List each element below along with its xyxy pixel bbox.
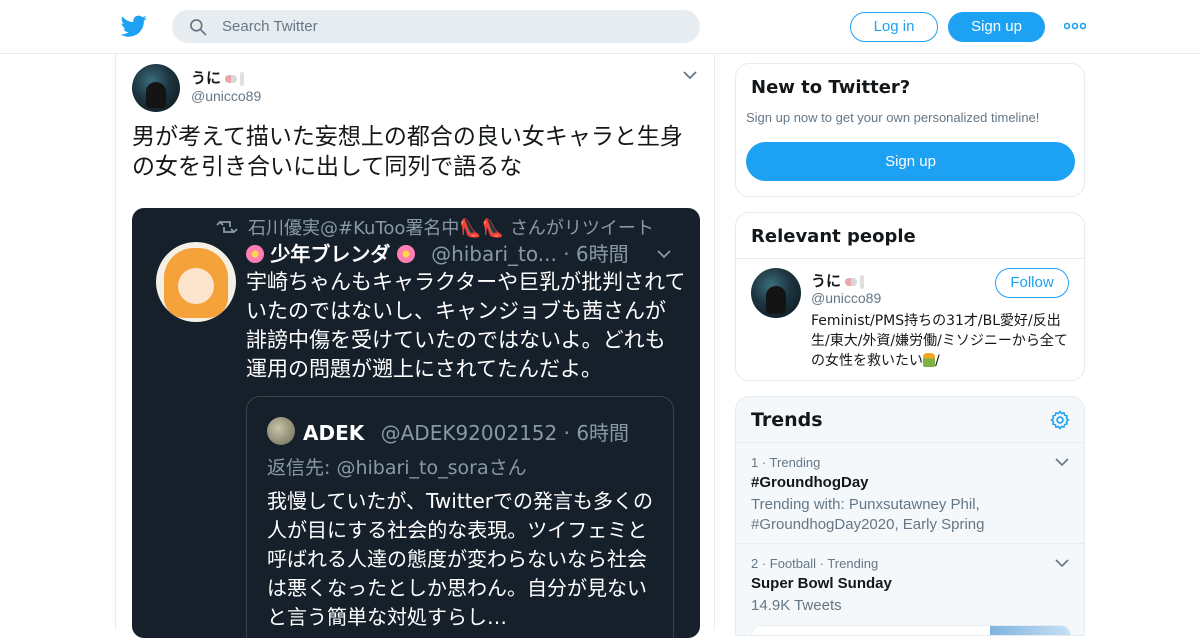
follow-button[interactable]: Follow [995,268,1069,298]
signup-button[interactable]: Sign up [948,12,1045,42]
search-icon [190,19,207,36]
tweet-text: 男が考えて描いた妄想上の都合の良い女キャラと生身の女を引き合いに出して同列で語る… [132,124,683,180]
more-dots-icon[interactable] [1064,18,1086,34]
tweet-column: うに @unicco89 男が考えて描いた妄想上の都合の良い女キャラと生身の女を… [115,54,715,638]
media-author-handle: @hibari_to... · 6時間 [431,242,629,266]
quoted-tweet-text: 我慢していたが、Twitterでの発言も多くの人が目にする社会的な表現。ツイフェ… [267,489,654,629]
retweeted-by-text: 石川優実@#KuToo署名中👠👠 さんがリツイート [248,218,654,239]
tweet-media-image[interactable]: 石川優実@#KuToo署名中👠👠 さんがリツイート 少年ブレンダ @hibari… [132,208,700,638]
trend-meta: 1 · Trending [751,455,821,470]
tampon-emoji-icon [860,274,865,289]
login-button[interactable]: Log in [850,12,938,42]
avatar [156,242,236,322]
relevant-people-card: Relevant people うに @unicco89 Follow Femi… [735,212,1085,381]
tampon-emoji-icon [240,71,245,86]
person-name-text: うに [811,272,842,290]
card-title: Relevant people [751,226,916,247]
bio-end: / [935,353,940,369]
trend-tweet-count: 14.9K Tweets [751,597,842,614]
bouquet-emoji-icon [923,353,935,367]
trend-name: #GroundhogDay [751,474,869,491]
search-box[interactable] [172,10,700,43]
chevron-down-icon[interactable] [1055,558,1069,568]
media-tweet-text: 宇崎ちゃんもキャラクターや巨乳が批判されていたのではないし、キャンジョブも茜さん… [246,270,686,381]
reply-to-line: 返信先: @hibari_to_soraさん [267,457,527,479]
chevron-down-icon[interactable] [1055,457,1069,467]
trend-item[interactable]: 1 · Trending #GroundhogDay Trending with… [736,442,1084,543]
trend-thumbnail [990,626,1070,635]
search-input[interactable] [222,10,682,43]
trends-card: Trends 1 · Trending #GroundhogDay Trendi… [735,396,1085,636]
avatar-face [178,268,214,304]
person-bio: Feminist/PMS持ちの31才/BL愛好/反出生/東大/外資/嫌労働/ミソ… [811,311,1073,371]
pill-emoji-icon [225,74,238,83]
quoted-author-name: ADEK [303,421,365,445]
author-name-text: うに [191,69,222,87]
card-subtitle: Sign up now to get your own personalized… [746,110,1040,125]
retweeted-by-line: 石川優実@#KuToo署名中👠👠 さんがリツイート [220,214,654,240]
tweet-author-name[interactable]: うに [191,67,245,88]
new-to-twitter-card: New to Twitter? Sign up now to get your … [735,63,1085,197]
avatar[interactable] [132,64,180,112]
quoted-author-handle: @ADEK92002152 · 6時間 [380,421,630,445]
pill-emoji-icon [845,277,858,286]
twitter-bird-icon[interactable] [120,13,148,39]
flower-emoji-icon [246,245,264,263]
divider [736,258,1084,259]
flower-emoji-icon [396,245,415,263]
avatar[interactable] [751,268,801,318]
signup-button[interactable]: Sign up [746,142,1075,181]
avatar [267,417,295,445]
trend-media-preview[interactable] [751,625,1071,635]
trend-name: Super Bowl Sunday [751,575,892,592]
trend-context: Trending with: Punxsutawney Phil, #Groun… [751,496,985,533]
media-author-name: 少年ブレンダ [270,242,391,266]
card-title: Trends [751,409,823,431]
media-author-line: 少年ブレンダ @hibari_to... · 6時間 [246,238,629,267]
chevron-down-icon[interactable] [682,69,698,81]
gear-icon[interactable] [1049,409,1071,431]
top-navigation-bar: Log in Sign up [0,0,1200,54]
tweet-author-handle[interactable]: @unicco89 [191,88,261,104]
quoted-tweet: ADEK @ADEK92002152 · 6時間 返信先: @hibari_to… [246,396,674,638]
quoted-author-line: ADEK @ADEK92002152 · 6時間 [303,417,629,446]
card-title: New to Twitter? [751,77,911,98]
trend-item[interactable]: 2 · Football · Trending Super Bowl Sunda… [736,543,1084,635]
person-name[interactable]: うに [811,270,865,291]
chevron-down-icon [657,250,671,259]
trend-meta: 2 · Football · Trending [751,556,879,571]
person-handle[interactable]: @unicco89 [811,290,881,306]
